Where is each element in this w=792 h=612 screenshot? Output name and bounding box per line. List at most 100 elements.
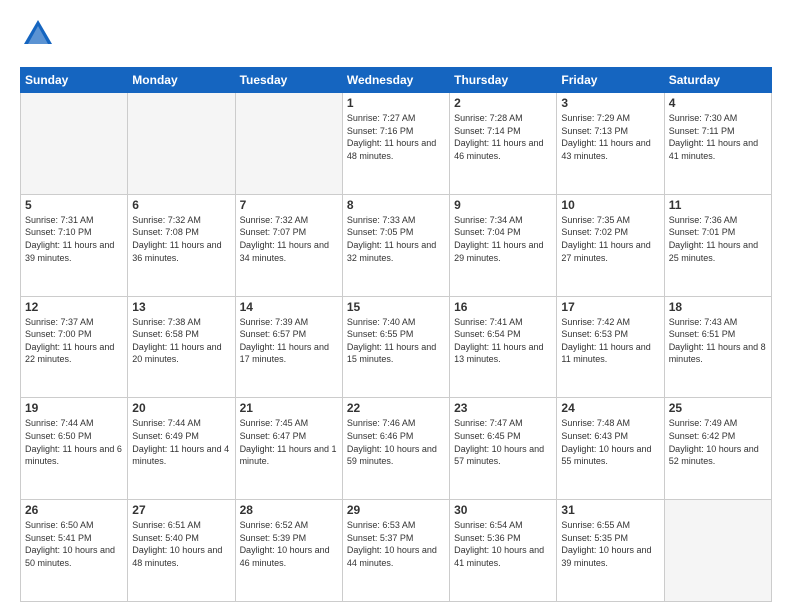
day-number: 9 (454, 198, 552, 212)
day-info: Sunrise: 6:52 AM Sunset: 5:39 PM Dayligh… (240, 519, 338, 569)
day-info: Sunrise: 7:38 AM Sunset: 6:58 PM Dayligh… (132, 316, 230, 366)
day-info: Sunrise: 7:44 AM Sunset: 6:49 PM Dayligh… (132, 417, 230, 467)
calendar-week-3: 19 Sunrise: 7:44 AM Sunset: 6:50 PM Dayli… (21, 398, 772, 500)
day-number: 1 (347, 96, 445, 110)
day-info: Sunrise: 7:48 AM Sunset: 6:43 PM Dayligh… (561, 417, 659, 467)
day-number: 23 (454, 401, 552, 415)
calendar-cell: 3Sunrise: 7:29 AM Sunset: 7:13 PM Daylig… (557, 93, 664, 195)
day-number: 15 (347, 300, 445, 314)
day-number: 19 (25, 401, 123, 415)
day-number: 12 (25, 300, 123, 314)
calendar-cell: 27 Sunrise: 6:51 AM Sunset: 5:40 PM Dayli… (128, 500, 235, 602)
day-info: Sunrise: 7:29 AM Sunset: 7:13 PM Dayligh… (561, 112, 659, 162)
calendar-cell: 16 Sunrise: 7:41 AM Sunset: 6:54 PM Dayli… (450, 296, 557, 398)
day-info: Sunrise: 7:35 AM Sunset: 7:02 PM Dayligh… (561, 214, 659, 264)
col-thursday: Thursday (450, 68, 557, 93)
day-info: Sunrise: 7:31 AM Sunset: 7:10 PM Dayligh… (25, 214, 123, 264)
day-number: 6 (132, 198, 230, 212)
day-number: 11 (669, 198, 767, 212)
day-info: Sunrise: 7:39 AM Sunset: 6:57 PM Dayligh… (240, 316, 338, 366)
calendar-cell (664, 500, 771, 602)
calendar-cell: 21Sunrise: 7:45 AM Sunset: 6:47 PM Dayli… (235, 398, 342, 500)
col-saturday: Saturday (664, 68, 771, 93)
calendar-cell: 14 Sunrise: 7:39 AM Sunset: 6:57 PM Dayli… (235, 296, 342, 398)
day-number: 8 (347, 198, 445, 212)
day-info: Sunrise: 7:32 AM Sunset: 7:07 PM Dayligh… (240, 214, 338, 264)
header (20, 16, 772, 57)
logo (20, 16, 62, 57)
calendar-cell: 1Sunrise: 7:27 AM Sunset: 7:16 PM Daylig… (342, 93, 449, 195)
day-number: 24 (561, 401, 659, 415)
calendar-cell: 9 Sunrise: 7:34 AM Sunset: 7:04 PM Daylig… (450, 194, 557, 296)
calendar-cell: 20Sunrise: 7:44 AM Sunset: 6:49 PM Dayli… (128, 398, 235, 500)
calendar-cell: 31Sunrise: 6:55 AM Sunset: 5:35 PM Dayli… (557, 500, 664, 602)
calendar-cell: 25 Sunrise: 7:49 AM Sunset: 6:42 PM Dayli… (664, 398, 771, 500)
day-number: 22 (347, 401, 445, 415)
calendar-cell: 7 Sunrise: 7:32 AM Sunset: 7:07 PM Daylig… (235, 194, 342, 296)
col-tuesday: Tuesday (235, 68, 342, 93)
day-info: Sunrise: 7:40 AM Sunset: 6:55 PM Dayligh… (347, 316, 445, 366)
col-monday: Monday (128, 68, 235, 93)
day-info: Sunrise: 7:37 AM Sunset: 7:00 PM Dayligh… (25, 316, 123, 366)
day-info: Sunrise: 7:36 AM Sunset: 7:01 PM Dayligh… (669, 214, 767, 264)
day-number: 17 (561, 300, 659, 314)
calendar-cell (128, 93, 235, 195)
day-info: Sunrise: 6:53 AM Sunset: 5:37 PM Dayligh… (347, 519, 445, 569)
day-number: 13 (132, 300, 230, 314)
day-info: Sunrise: 7:41 AM Sunset: 6:54 PM Dayligh… (454, 316, 552, 366)
day-info: Sunrise: 7:33 AM Sunset: 7:05 PM Dayligh… (347, 214, 445, 264)
day-info: Sunrise: 7:32 AM Sunset: 7:08 PM Dayligh… (132, 214, 230, 264)
calendar-cell: 23 Sunrise: 7:47 AM Sunset: 6:45 PM Dayli… (450, 398, 557, 500)
calendar-cell: 10Sunrise: 7:35 AM Sunset: 7:02 PM Dayli… (557, 194, 664, 296)
day-number: 27 (132, 503, 230, 517)
day-info: Sunrise: 7:34 AM Sunset: 7:04 PM Dayligh… (454, 214, 552, 264)
day-info: Sunrise: 7:46 AM Sunset: 6:46 PM Dayligh… (347, 417, 445, 467)
calendar-cell: 24 Sunrise: 7:48 AM Sunset: 6:43 PM Dayli… (557, 398, 664, 500)
calendar-cell: 11 Sunrise: 7:36 AM Sunset: 7:01 PM Dayli… (664, 194, 771, 296)
calendar-cell: 6 Sunrise: 7:32 AM Sunset: 7:08 PM Daylig… (128, 194, 235, 296)
day-info: Sunrise: 6:54 AM Sunset: 5:36 PM Dayligh… (454, 519, 552, 569)
col-wednesday: Wednesday (342, 68, 449, 93)
calendar-cell (21, 93, 128, 195)
calendar-cell: 30 Sunrise: 6:54 AM Sunset: 5:36 PM Dayli… (450, 500, 557, 602)
day-info: Sunrise: 6:50 AM Sunset: 5:41 PM Dayligh… (25, 519, 123, 569)
day-number: 5 (25, 198, 123, 212)
calendar-cell: 22 Sunrise: 7:46 AM Sunset: 6:46 PM Dayli… (342, 398, 449, 500)
calendar-header-row: Sunday Monday Tuesday Wednesday Thursday… (21, 68, 772, 93)
calendar-cell: 19 Sunrise: 7:44 AM Sunset: 6:50 PM Dayli… (21, 398, 128, 500)
day-info: Sunrise: 7:42 AM Sunset: 6:53 PM Dayligh… (561, 316, 659, 366)
day-info: Sunrise: 6:51 AM Sunset: 5:40 PM Dayligh… (132, 519, 230, 569)
calendar-cell: 5 Sunrise: 7:31 AM Sunset: 7:10 PM Daylig… (21, 194, 128, 296)
day-number: 14 (240, 300, 338, 314)
calendar-cell (235, 93, 342, 195)
calendar-cell: 18 Sunrise: 7:43 AM Sunset: 6:51 PM Dayli… (664, 296, 771, 398)
calendar-cell: 28 Sunrise: 6:52 AM Sunset: 5:39 PM Dayli… (235, 500, 342, 602)
calendar-cell: 8 Sunrise: 7:33 AM Sunset: 7:05 PM Daylig… (342, 194, 449, 296)
day-info: Sunrise: 7:30 AM Sunset: 7:11 PM Dayligh… (669, 112, 767, 162)
day-number: 25 (669, 401, 767, 415)
day-number: 18 (669, 300, 767, 314)
day-number: 28 (240, 503, 338, 517)
day-number: 2 (454, 96, 552, 110)
day-info: Sunrise: 7:43 AM Sunset: 6:51 PM Dayligh… (669, 316, 767, 366)
day-info: Sunrise: 7:49 AM Sunset: 6:42 PM Dayligh… (669, 417, 767, 467)
day-number: 16 (454, 300, 552, 314)
logo-icon (20, 16, 56, 52)
day-info: Sunrise: 7:28 AM Sunset: 7:14 PM Dayligh… (454, 112, 552, 162)
calendar-cell: 15 Sunrise: 7:40 AM Sunset: 6:55 PM Dayli… (342, 296, 449, 398)
day-number: 30 (454, 503, 552, 517)
day-number: 7 (240, 198, 338, 212)
calendar-cell: 13 Sunrise: 7:38 AM Sunset: 6:58 PM Dayli… (128, 296, 235, 398)
col-friday: Friday (557, 68, 664, 93)
day-info: Sunrise: 7:44 AM Sunset: 6:50 PM Dayligh… (25, 417, 123, 467)
calendar-week-1: 5 Sunrise: 7:31 AM Sunset: 7:10 PM Daylig… (21, 194, 772, 296)
day-number: 29 (347, 503, 445, 517)
calendar-cell: 17 Sunrise: 7:42 AM Sunset: 6:53 PM Dayli… (557, 296, 664, 398)
calendar-week-0: 1Sunrise: 7:27 AM Sunset: 7:16 PM Daylig… (21, 93, 772, 195)
calendar-cell: 2 Sunrise: 7:28 AM Sunset: 7:14 PM Daylig… (450, 93, 557, 195)
page: Sunday Monday Tuesday Wednesday Thursday… (0, 0, 792, 612)
day-number: 4 (669, 96, 767, 110)
day-info: Sunrise: 7:45 AM Sunset: 6:47 PM Dayligh… (240, 417, 338, 467)
day-number: 26 (25, 503, 123, 517)
day-info: Sunrise: 7:47 AM Sunset: 6:45 PM Dayligh… (454, 417, 552, 467)
